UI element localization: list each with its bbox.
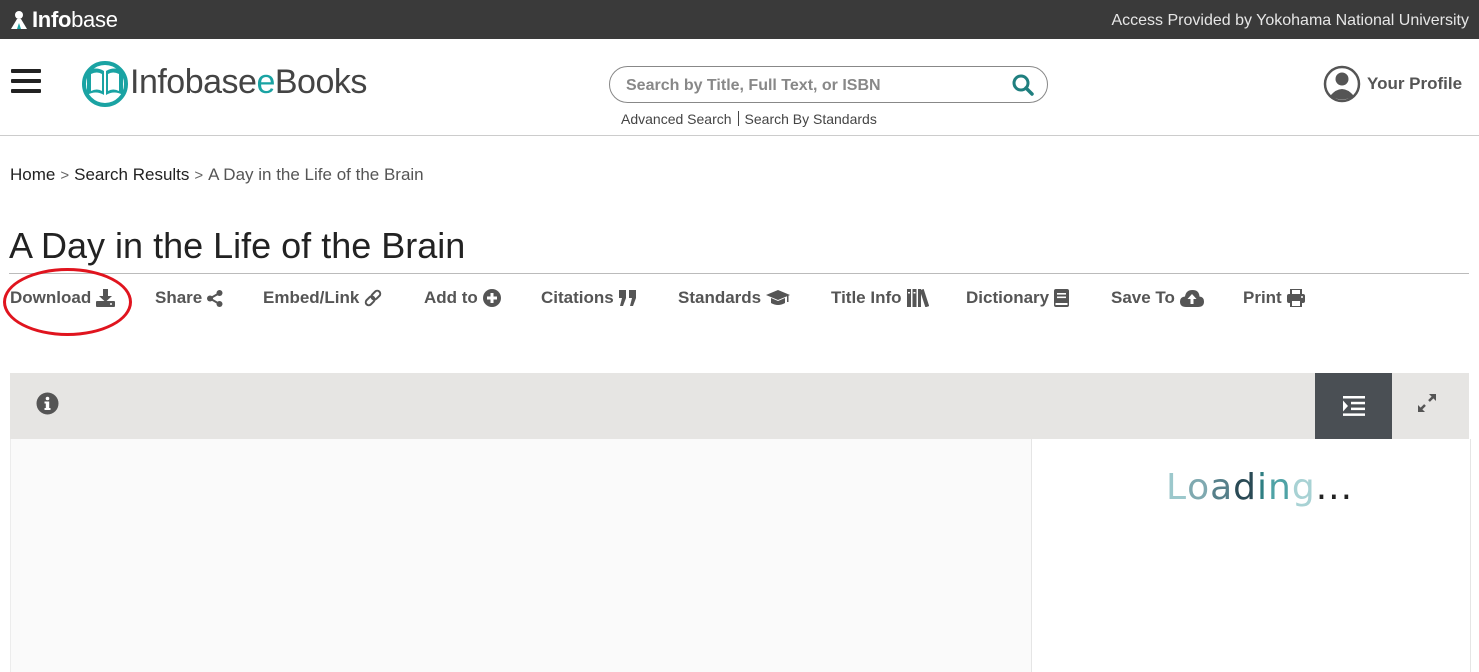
- loading-indicator: Loading...: [1166, 467, 1354, 508]
- embed-link-label: Embed/Link: [263, 288, 360, 307]
- embed-link-button[interactable]: Embed/Link: [263, 288, 382, 308]
- books-icon: [906, 289, 929, 307]
- search-by-standards-link[interactable]: Search By Standards: [745, 111, 877, 127]
- graduation-cap-icon: [766, 290, 791, 305]
- add-to-button[interactable]: Add to: [424, 288, 501, 308]
- brand-suffix: base: [71, 7, 118, 32]
- standards-button[interactable]: Standards: [678, 288, 791, 308]
- top-bar: Info base Access Provided by Yokohama Nat…: [0, 0, 1479, 39]
- download-icon: [96, 289, 116, 307]
- share-icon: [207, 289, 223, 307]
- printer-icon: [1286, 289, 1305, 307]
- advanced-search-link[interactable]: Advanced Search: [621, 111, 732, 127]
- page-title: A Day in the Life of the Brain: [9, 225, 466, 266]
- print-button[interactable]: Print: [1243, 288, 1305, 308]
- cloud-upload-icon: [1179, 289, 1204, 307]
- viewer-toolbar: [10, 373, 1469, 439]
- breadcrumb-home[interactable]: Home: [10, 165, 55, 184]
- profile-button[interactable]: Your Profile: [1323, 65, 1462, 103]
- breadcrumb-separator: >: [60, 167, 70, 184]
- share-label: Share: [155, 288, 203, 307]
- search-box: [609, 66, 1048, 103]
- logo-text: InfobaseeBooks: [130, 62, 367, 101]
- indent-list-icon: [1342, 396, 1365, 416]
- dictionary-label: Dictionary: [966, 288, 1050, 307]
- standards-label: Standards: [678, 288, 762, 307]
- fullscreen-expand-icon[interactable]: [1415, 391, 1439, 420]
- breadcrumb-separator: >: [194, 167, 204, 184]
- download-button[interactable]: Download: [10, 288, 116, 308]
- infobase-brand[interactable]: Info base: [9, 7, 118, 33]
- person-logo-icon: [11, 11, 27, 29]
- access-provided-text: Access Provided by Yokohama National Uni…: [1111, 12, 1469, 29]
- open-book-logo-icon: [82, 61, 128, 107]
- save-to-button[interactable]: Save To: [1111, 288, 1204, 308]
- infobase-ebooks-logo[interactable]: InfobaseeBooks: [82, 57, 367, 107]
- search-icon[interactable]: [1011, 73, 1035, 102]
- search-links: Advanced Search Search By Standards: [621, 111, 877, 127]
- menu-icon[interactable]: [11, 69, 41, 94]
- breadcrumb-search-results[interactable]: Search Results: [74, 165, 189, 184]
- citations-button[interactable]: Citations: [541, 288, 637, 308]
- plus-circle-icon: [482, 289, 501, 307]
- table-of-contents-pane: Loading...: [1031, 439, 1471, 672]
- book-content-pane: [10, 439, 1031, 672]
- book-icon: [1054, 289, 1070, 307]
- save-to-label: Save To: [1111, 288, 1175, 307]
- link-divider: [737, 111, 739, 126]
- profile-label: Your Profile: [1367, 74, 1463, 93]
- title-info-button[interactable]: Title Info: [831, 288, 929, 308]
- dictionary-button[interactable]: Dictionary: [966, 288, 1070, 308]
- site-header: InfobaseeBooks Advanced Search Search By …: [0, 39, 1479, 136]
- search-input[interactable]: [624, 72, 1008, 100]
- title-info-label: Title Info: [831, 288, 902, 307]
- table-of-contents-button[interactable]: [1315, 373, 1392, 439]
- brand-prefix: Info: [32, 7, 72, 32]
- share-button[interactable]: Share: [155, 288, 223, 308]
- add-to-label: Add to: [424, 288, 478, 307]
- title-divider: [9, 273, 1469, 274]
- breadcrumb: Home > Search Results > A Day in the Life of…: [10, 165, 424, 185]
- info-icon[interactable]: [36, 392, 59, 420]
- breadcrumb-current: A Day in the Life of the Brain: [208, 165, 424, 184]
- print-label: Print: [1243, 288, 1282, 307]
- user-avatar-icon: [1323, 65, 1361, 103]
- citations-label: Citations: [541, 288, 614, 307]
- link-icon: [365, 289, 382, 307]
- download-label: Download: [10, 288, 92, 307]
- quote-icon: [618, 290, 636, 306]
